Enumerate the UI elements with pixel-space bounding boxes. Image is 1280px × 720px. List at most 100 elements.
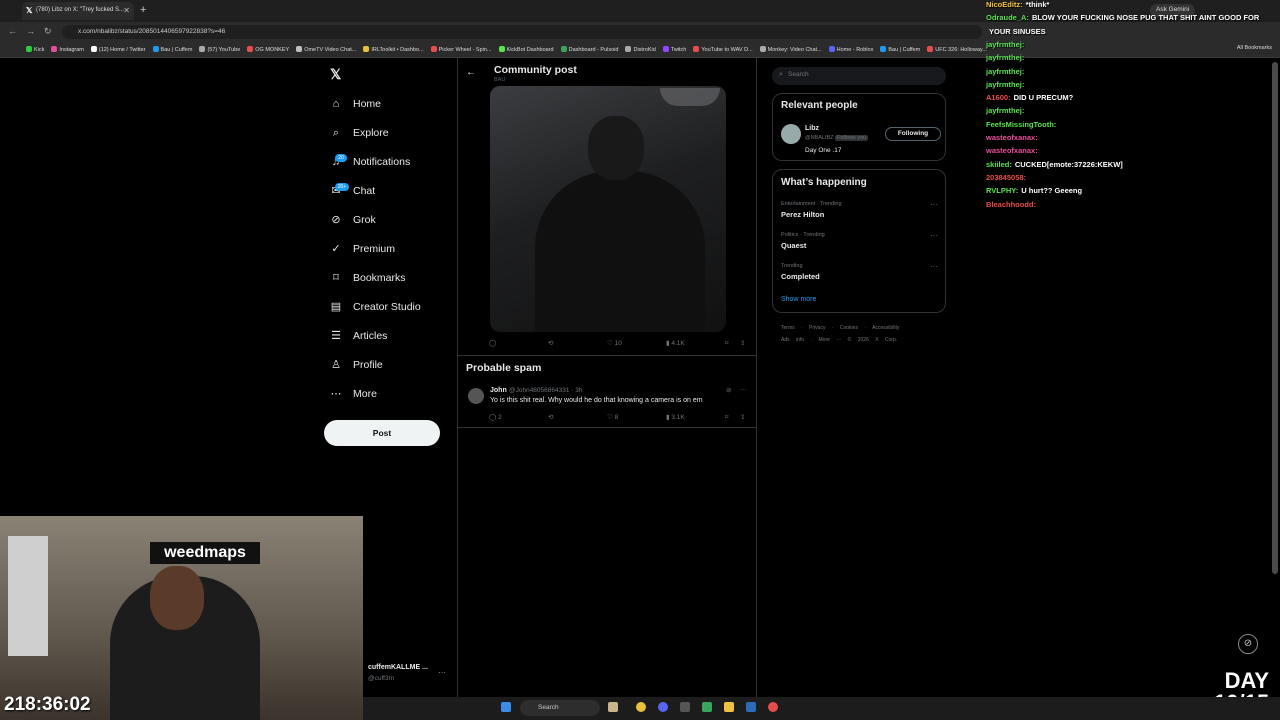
trend-meta: Trending <box>781 263 803 269</box>
video-lamp-shape <box>660 88 720 106</box>
file-explorer-icon[interactable] <box>724 702 734 712</box>
nav-item-premium[interactable]: ✓ Premium <box>330 239 395 259</box>
taskbar-search-input[interactable]: Search <box>520 700 600 716</box>
x-home-logo-icon[interactable]: 𝕏 <box>330 66 341 83</box>
more-options-icon[interactable]: ··· <box>740 386 747 393</box>
repost-icon[interactable]: ⟲ <box>548 339 553 347</box>
bookmark-item[interactable]: Picker Wheel - Spin... <box>430 46 492 53</box>
bookmark-favicon-icon <box>430 46 437 52</box>
studio-icon: ▤ <box>330 301 342 313</box>
widgets-icon[interactable] <box>608 702 618 712</box>
bookmark-item[interactable]: (57) YouTube <box>199 46 240 53</box>
scrollbar[interactable] <box>1272 62 1278 574</box>
new-tab-button[interactable]: + <box>140 4 146 16</box>
bookmark-item[interactable]: Dashboard - Pulsoid <box>560 46 618 53</box>
nav-item-articles[interactable]: ☰ Articles <box>330 326 387 346</box>
trend-more-icon[interactable]: ··· <box>930 200 938 209</box>
community-name[interactable]: BAU <box>494 77 505 83</box>
nav-item-explore[interactable]: ⌕ Explore <box>330 123 389 143</box>
bookmark-item[interactable]: YouTube to WAV D... <box>693 46 753 53</box>
bookmark-item[interactable]: KickBot Dashboard <box>498 46 554 53</box>
views-button[interactable]: ▮ 3.1K <box>666 413 685 421</box>
account-name[interactable]: cuffemKALLME ... <box>368 664 428 671</box>
reply-author-name[interactable]: John <box>490 387 507 394</box>
nav-item-profile[interactable]: ♙ Profile <box>330 355 383 375</box>
steam-icon[interactable] <box>746 702 756 712</box>
back-arrow-icon[interactable]: ← <box>466 67 476 78</box>
discord-icon[interactable] <box>658 702 668 712</box>
follows-you-badge: Follows you <box>835 135 869 141</box>
following-button[interactable]: Following <box>885 127 941 141</box>
profile-icon: ♙ <box>331 359 341 371</box>
bookmark-item[interactable]: Home - Roblox <box>828 46 873 53</box>
trend-more-icon[interactable]: ··· <box>930 231 938 240</box>
chrome-icon[interactable] <box>768 702 778 712</box>
trend-name[interactable]: Completed <box>781 272 820 281</box>
chat-text: DID U PRECUM? <box>1013 93 1074 103</box>
bookmark-item[interactable]: DistroKid <box>625 46 656 53</box>
nav-item-more[interactable]: ⋯ More <box>330 384 377 404</box>
relevant-people-heading: Relevant people <box>781 100 858 111</box>
grok-icon[interactable]: ⊘ <box>726 386 731 394</box>
account-more-icon[interactable]: ··· <box>438 668 446 677</box>
share-icon[interactable]: ⇪ <box>740 339 745 347</box>
bookmark-icon[interactable]: ⌑ <box>725 339 728 347</box>
show-more-link[interactable]: Show more <box>781 296 816 303</box>
bookmark-item[interactable]: (12) Home / Twitter <box>90 46 146 53</box>
nav-item-grok[interactable]: ⊘ Grok <box>330 210 375 230</box>
bookmark-item[interactable]: Bau | Cuffem <box>880 46 920 53</box>
footer-links[interactable]: Terms · Privacy · Cookies · Accessibilit… <box>781 325 899 331</box>
close-tab-icon[interactable]: ✕ <box>123 6 130 15</box>
bookmark-label: Bau | Cuffem <box>160 47 193 53</box>
chat-username: jayfrmthej: <box>986 53 1025 63</box>
chat-message: FeefsMissingTooth: <box>986 120 1059 129</box>
app-icon[interactable] <box>680 702 690 712</box>
share-icon[interactable]: ⇪ <box>740 413 745 421</box>
all-bookmarks-button[interactable]: All Bookmarks <box>1237 45 1272 51</box>
views-button[interactable]: ▮ 4.1K <box>666 339 685 347</box>
back-nav-icon[interactable]: ← <box>8 26 17 36</box>
post-video[interactable] <box>490 86 726 332</box>
url-input[interactable]: x.com/nbalibz/status/2085014406597922838… <box>62 25 982 39</box>
nav-item-creator-studio[interactable]: ▤ Creator Studio <box>330 297 421 317</box>
avatar[interactable] <box>468 388 484 404</box>
nav-item-bookmarks[interactable]: ⌑ Bookmarks <box>330 268 405 288</box>
bookmark-item[interactable]: OmeTV Video Chat... <box>296 46 356 53</box>
person-name[interactable]: Libz <box>805 125 819 132</box>
bookmark-item[interactable]: Monkey: Video Chat... <box>759 46 822 53</box>
bookmark-item[interactable]: Twitch <box>662 46 686 53</box>
bookmark-item[interactable]: UFC 326: Holloway... <box>927 46 987 53</box>
post-button[interactable]: Post <box>324 420 440 446</box>
chrome-icon[interactable] <box>636 702 646 712</box>
app-icon[interactable] <box>702 702 712 712</box>
forward-nav-icon[interactable]: → <box>26 26 35 36</box>
avatar[interactable] <box>781 124 801 144</box>
bookmark-item[interactable]: Instagram <box>51 46 84 53</box>
bookmark-favicon-icon <box>247 46 254 52</box>
nav-item-home[interactable]: ⌂ Home <box>330 94 381 114</box>
reload-icon[interactable]: ↻ <box>44 26 52 37</box>
bookmark-icon[interactable]: ⌑ <box>725 413 728 421</box>
trend-name[interactable]: Perez Hilton <box>781 210 824 219</box>
bookmark-item[interactable]: Kick <box>26 46 44 53</box>
bookmark-item[interactable]: OG MONKEY <box>247 46 289 53</box>
windows-start-icon[interactable] <box>501 702 511 712</box>
bookmark-label: Instagram <box>59 47 84 53</box>
trend-name[interactable]: Quaest <box>781 241 806 250</box>
trend-more-icon[interactable]: ··· <box>930 262 938 271</box>
footer-links[interactable]: Ads info · More ··· © 2026 X Corp. <box>781 337 897 343</box>
search-input[interactable]: Search <box>772 67 946 85</box>
reply-icon[interactable]: ◯ <box>489 339 496 347</box>
chat-message: NicoEditz: *think* <box>986 0 1049 9</box>
bookmark-item[interactable]: Bau | Cuffem <box>152 46 193 53</box>
repost-icon[interactable]: ⟲ <box>548 413 553 421</box>
reply-button[interactable]: ◯ 2 <box>489 413 502 421</box>
articles-icon: ☰ <box>331 330 341 342</box>
like-button[interactable]: ♡ 10 <box>607 339 622 347</box>
like-button[interactable]: ♡ 8 <box>607 413 618 421</box>
bookmark-favicon-icon <box>759 46 766 52</box>
nav-item-label: Articles <box>353 330 388 342</box>
browser-tab[interactable]: 𝕏 (780) Libz on X: "Trey fucked S... ✕ <box>22 2 134 20</box>
reply-author-handle: @John48056864331 · 3h <box>509 387 583 394</box>
bookmark-item[interactable]: IRLToolkit • Dashbo... <box>363 46 424 53</box>
